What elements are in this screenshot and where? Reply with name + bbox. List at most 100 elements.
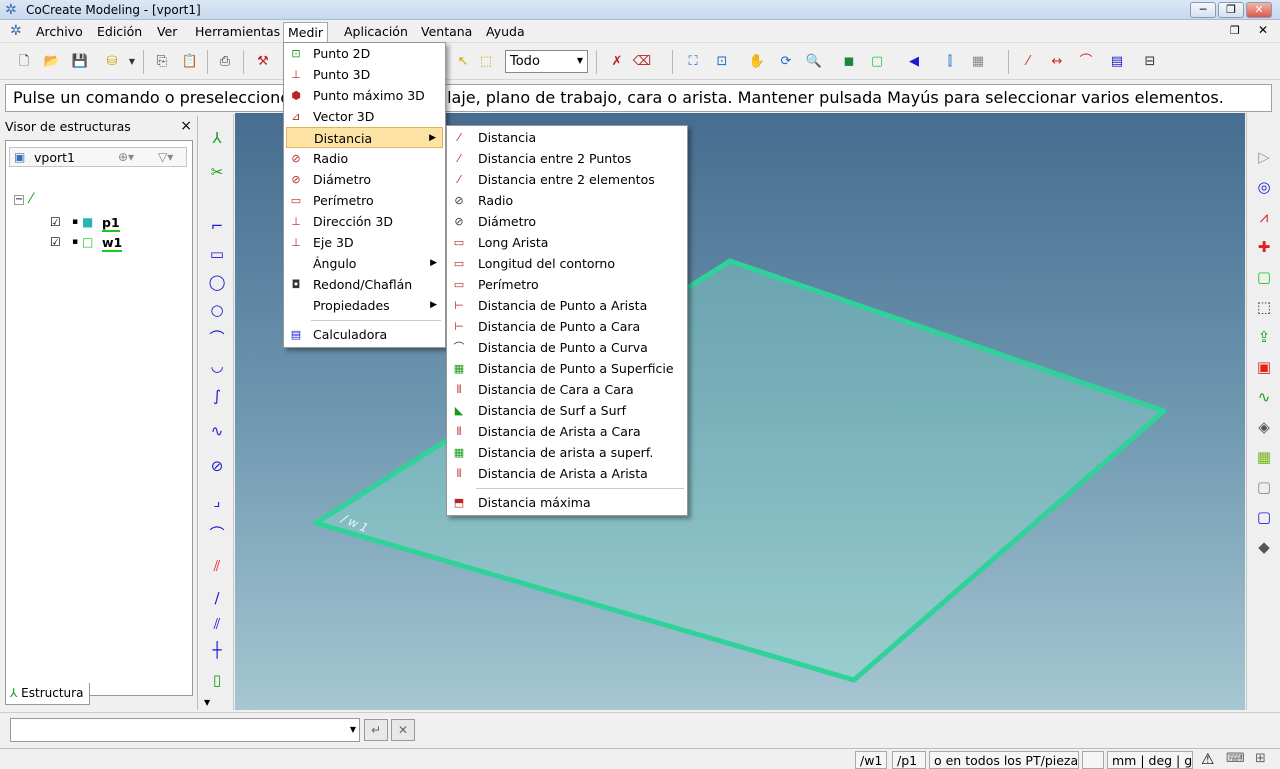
menu-item-punto-curva[interactable]: ⌒ Distancia de Punto a Curva: [449, 337, 685, 358]
wire-view-icon[interactable]: ▢: [867, 52, 887, 72]
menu-item-arista-cara[interactable]: ⫴ Distancia de Arista a Cara: [449, 421, 685, 442]
workplane-green-icon[interactable]: ▢: [1252, 265, 1276, 289]
circle-3pt-icon[interactable]: ○: [205, 298, 229, 322]
menu-item-punto-cara[interactable]: ⊢ Distancia de Punto a Cara: [449, 316, 685, 337]
menu-item-punto-arista[interactable]: ⊢ Distancia de Punto a Arista: [449, 295, 685, 316]
close-button[interactable]: ✕: [1246, 2, 1272, 18]
polyline-icon[interactable]: ⌐: [205, 214, 229, 238]
scroll-down-icon[interactable]: ▼: [204, 698, 210, 707]
wave-icon[interactable]: ∿: [1252, 385, 1276, 409]
visible-checkbox[interactable]: ☑: [50, 235, 61, 249]
paste-icon[interactable]: 📋: [180, 52, 200, 72]
new-file-icon[interactable]: 🗋: [14, 52, 34, 72]
menu-medir[interactable]: Medir: [283, 22, 329, 43]
doc-close-icon[interactable]: ✕: [1258, 23, 1268, 37]
menu-item-arista-superf[interactable]: ▦ Distancia de arista a superf.: [449, 442, 685, 463]
menu-item-diametro[interactable]: ⊘ Diámetro: [449, 211, 685, 232]
menu-item-long-arista[interactable]: ▭ Long Arista: [449, 232, 685, 253]
rotate-icon[interactable]: ⟳: [776, 52, 796, 72]
hidden-icon[interactable]: ▦: [968, 52, 988, 72]
calculator-icon[interactable]: ▤: [1107, 52, 1127, 72]
menu-item-radio[interactable]: ⊘ Radio: [286, 148, 443, 169]
select-box-icon[interactable]: ⬚: [476, 52, 496, 72]
menu-ayuda[interactable]: Ayuda: [482, 24, 529, 41]
axis-cross-icon[interactable]: ✚: [1252, 235, 1276, 259]
warning-icon[interactable]: ⚠: [1201, 750, 1214, 768]
menu-item-punto-maximo-3d[interactable]: ⬢ Punto máximo 3D: [286, 85, 443, 106]
menu-herramientas[interactable]: Herramientas: [191, 24, 284, 41]
hierarchy-icon[interactable]: ⅄: [205, 126, 229, 150]
menu-ver[interactable]: Ver: [153, 24, 181, 41]
maximize-button[interactable]: ❐: [1218, 2, 1244, 18]
menu-item-propiedades[interactable]: Propiedades ▶: [286, 295, 443, 316]
copy-icon[interactable]: ⎘: [152, 52, 172, 72]
menu-item-vector-3d[interactable]: ⊿ Vector 3D: [286, 106, 443, 127]
menu-item-punto-3d[interactable]: ⊥ Punto 3D: [286, 64, 443, 85]
measure-line-icon[interactable]: ⁄: [1018, 52, 1038, 72]
print-icon[interactable]: ⎙: [215, 52, 235, 72]
filter-icon[interactable]: ▽▾: [158, 150, 173, 164]
cube-icon[interactable]: ⬚: [1252, 295, 1276, 319]
arc-icon[interactable]: ⌒: [205, 326, 229, 350]
menu-item-perimetro[interactable]: ▭ Perímetro: [449, 274, 685, 295]
eraser-icon[interactable]: ⌫: [632, 52, 652, 72]
rectangle-icon[interactable]: ▭: [205, 242, 229, 266]
face-blue-icon[interactable]: ▢: [1252, 505, 1276, 529]
prev-view-icon[interactable]: ◀: [904, 52, 924, 72]
curve-icon[interactable]: ∫: [205, 384, 229, 408]
arc-3pt-icon[interactable]: ◡: [205, 354, 229, 378]
tab-estructura[interactable]: ⅄ Estructura: [5, 683, 90, 705]
play-icon[interactable]: ▷: [1252, 145, 1276, 169]
minimize-button[interactable]: ─: [1190, 2, 1216, 18]
stamp-icon[interactable]: ◆: [1252, 535, 1276, 559]
split-icon[interactable]: ▯: [205, 668, 229, 692]
section-icon[interactable]: ⫿: [940, 52, 960, 72]
tool-icon[interactable]: ⚒: [253, 52, 273, 72]
cut-icon[interactable]: ✂: [205, 160, 229, 184]
menu-item-diametro[interactable]: ⊘ Diámetro: [286, 169, 443, 190]
measure-distance-icon[interactable]: ↔: [1047, 52, 1067, 72]
dropdown-arrow-icon[interactable]: ▼: [122, 52, 142, 72]
menu-item-perimetro[interactable]: ▭ Perímetro: [286, 190, 443, 211]
parallel-icon[interactable]: ⫽: [205, 612, 229, 636]
doc-restore-icon[interactable]: ❐: [1230, 24, 1240, 37]
zoom-box-icon[interactable]: ⊡: [712, 52, 732, 72]
measure-curve-icon[interactable]: ⌒: [1076, 52, 1096, 72]
menu-item-distancia[interactable]: Distancia ▶: [286, 127, 443, 148]
zoom-icon[interactable]: 🔍: [804, 52, 824, 72]
tree-item-p1[interactable]: ☑ ▪ ■ p1: [36, 215, 176, 233]
menu-item-eje-3d[interactable]: ⊥ Eje 3D: [286, 232, 443, 253]
menu-item-distancia-maxima[interactable]: ⬒ Distancia máxima: [449, 492, 685, 513]
database-icon[interactable]: ⛁: [102, 52, 122, 72]
menu-item-punto-superficie[interactable]: ▦ Distancia de Punto a Superficie: [449, 358, 685, 379]
menu-item-punto-2d[interactable]: ⊡ Punto 2D: [286, 43, 443, 64]
pan-icon[interactable]: ✋: [747, 52, 767, 72]
menu-item-calculadora[interactable]: ▤ Calculadora: [286, 324, 443, 345]
menu-edicion[interactable]: Edición: [93, 24, 146, 41]
keyboard-icon[interactable]: ⌨: [1226, 751, 1245, 766]
fillet-2d-icon[interactable]: ⌒: [205, 522, 229, 546]
properties-icon[interactable]: ⊟: [1140, 52, 1160, 72]
menu-item-distancia-2-puntos[interactable]: ⁄ Distancia entre 2 Puntos: [449, 148, 685, 169]
menu-item-distancia[interactable]: ⁄ Distancia: [449, 127, 685, 148]
menu-item-arista-arista[interactable]: ⫴ Distancia de Arista a Arista: [449, 463, 685, 484]
trim-icon[interactable]: ┼: [205, 638, 229, 662]
extra-icon[interactable]: ⊞: [1255, 751, 1266, 766]
open-folder-icon[interactable]: 📂: [42, 52, 62, 72]
menu-item-distancia-2-elementos[interactable]: ⁄ Distancia entre 2 elementos: [449, 169, 685, 190]
menu-item-radio[interactable]: ⊘ Radio: [449, 190, 685, 211]
extrude-icon[interactable]: ⇪: [1252, 325, 1276, 349]
select-arrow-icon[interactable]: ↖: [453, 52, 473, 72]
visible-checkbox[interactable]: ☑: [50, 215, 61, 229]
shell-icon[interactable]: ◈: [1252, 415, 1276, 439]
menu-item-longitud-contorno[interactable]: ▭ Longitud del contorno: [449, 253, 685, 274]
offset-icon[interactable]: ⫽: [205, 554, 229, 578]
menu-item-angulo[interactable]: Ángulo ▶: [286, 253, 443, 274]
menu-item-surf-surf[interactable]: ◣ Distancia de Surf a Surf: [449, 400, 685, 421]
menu-aplicacion[interactable]: Aplicación: [340, 24, 412, 41]
menu-item-direccion-3d[interactable]: ⊥ Dirección 3D: [286, 211, 443, 232]
enter-icon[interactable]: ↵: [364, 719, 388, 741]
menu-archivo[interactable]: Archivo: [32, 24, 87, 41]
box-red-icon[interactable]: ▣: [1252, 355, 1276, 379]
grid-surface-icon[interactable]: ▦: [1252, 445, 1276, 469]
